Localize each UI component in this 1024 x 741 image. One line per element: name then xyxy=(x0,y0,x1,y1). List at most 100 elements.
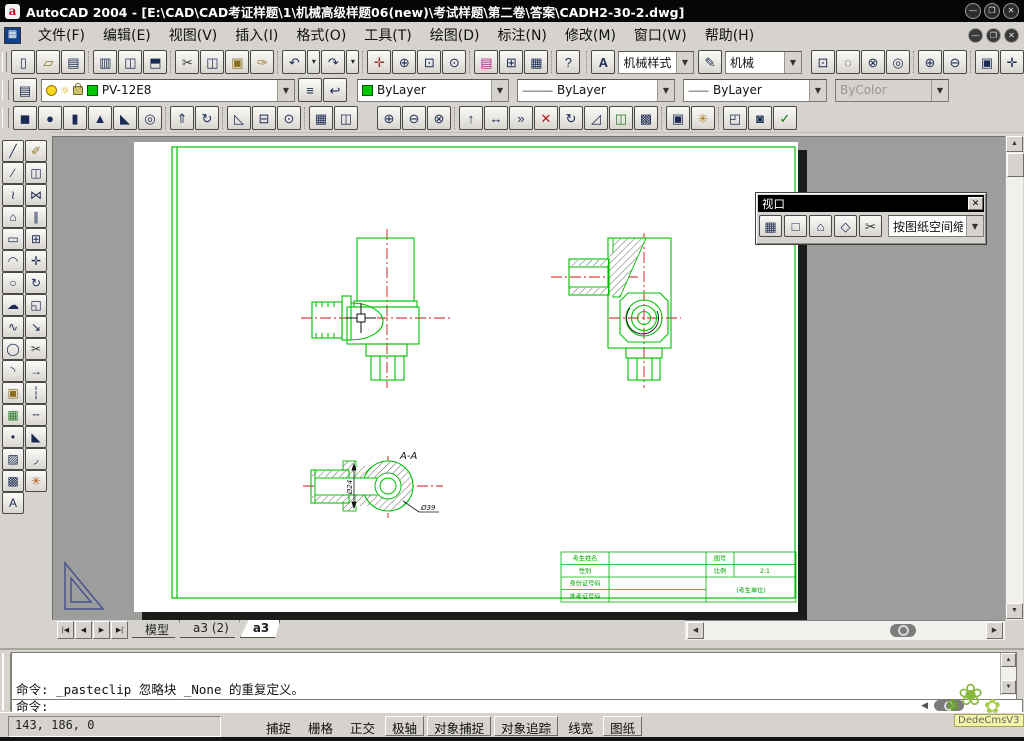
chevron-down-icon[interactable]: ▼ xyxy=(809,80,826,101)
section-button[interactable]: ⊟ xyxy=(252,106,276,130)
close-icon[interactable]: ✕ xyxy=(968,197,983,210)
undo-dropdown-button[interactable]: ▾ xyxy=(307,50,320,74)
redo-dropdown-button[interactable]: ▾ xyxy=(346,50,359,74)
window-restore-button[interactable]: ❐ xyxy=(984,3,1000,19)
tool-palettes-button[interactable]: ▦ xyxy=(524,50,548,74)
viewport-scale-combo[interactable]: 按图纸空间缩放 ▼ xyxy=(888,215,984,237)
scroll-down-icon[interactable]: ▼ xyxy=(1001,680,1016,694)
zoom-previous-button[interactable]: ⊙ xyxy=(442,50,466,74)
tab-nav-last-button[interactable]: ▶| xyxy=(111,621,128,639)
mirror-button[interactable]: ⋈ xyxy=(25,184,47,206)
menu-item-window[interactable]: 窗口(W) xyxy=(625,23,696,47)
prompt-scroll-thumb[interactable] xyxy=(934,700,964,711)
spline-button[interactable]: ∿ xyxy=(2,316,24,338)
wedge-button[interactable]: ◣ xyxy=(113,106,137,130)
layout-tab-model[interactable]: 模型 xyxy=(132,620,180,638)
dim-style-button[interactable]: ✎ xyxy=(698,50,722,74)
zoom-all-button[interactable]: ▣ xyxy=(975,50,999,74)
paste-button[interactable]: ▣ xyxy=(225,50,249,74)
linetype-combo[interactable]: ——— ByLayer ▼ xyxy=(517,79,675,102)
status-toggle-grid[interactable]: 栅格 xyxy=(301,716,340,736)
insert-block-button[interactable]: ▣ xyxy=(2,382,24,404)
chevron-down-icon[interactable]: ▼ xyxy=(657,80,674,101)
check-button[interactable]: ✓ xyxy=(773,106,797,130)
extrude-faces-button[interactable]: ↑ xyxy=(459,106,483,130)
pan-realtime-button[interactable]: ✛ xyxy=(367,50,391,74)
copy-faces-button[interactable]: ◫ xyxy=(609,106,633,130)
imprint-button[interactable]: ▣ xyxy=(666,106,690,130)
offset-faces-button[interactable]: » xyxy=(509,106,533,130)
delete-faces-button[interactable]: ✕ xyxy=(534,106,558,130)
menu-item-view[interactable]: 视图(V) xyxy=(160,23,227,47)
single-viewport-button[interactable]: □ xyxy=(784,215,807,237)
polyline-button[interactable]: ≀ xyxy=(2,184,24,206)
move-faces-button[interactable]: ↔ xyxy=(484,106,508,130)
layout-tab-a3[interactable]: a3 xyxy=(240,620,280,638)
status-toggle-otrack[interactable]: 对象追踪 xyxy=(494,716,558,736)
ellipse-button[interactable]: ◯ xyxy=(2,338,24,360)
zoom-window-flyout-button[interactable]: ⊡ xyxy=(417,50,441,74)
box-button[interactable]: ◼ xyxy=(13,106,37,130)
window-close-button[interactable]: ✕ xyxy=(1003,3,1019,19)
help-button[interactable]: ? xyxy=(556,50,580,74)
dim-style-combo[interactable]: 机械 ▼ xyxy=(725,51,802,74)
menu-item-insert[interactable]: 插入(I) xyxy=(226,23,287,47)
interfere-button[interactable]: ⊙ xyxy=(277,106,301,130)
status-toggle-lineweight[interactable]: 线宽 xyxy=(561,716,600,736)
taper-faces-button[interactable]: ◿ xyxy=(584,106,608,130)
rotate-button[interactable]: ↻ xyxy=(25,272,47,294)
scroll-left-icon[interactable]: ◀ xyxy=(687,622,704,639)
polygon-button[interactable]: ⌂ xyxy=(2,206,24,228)
match-properties-button[interactable]: ✑ xyxy=(250,50,274,74)
shell-button[interactable]: ◙ xyxy=(748,106,772,130)
status-toggle-osnap[interactable]: 对象捕捉 xyxy=(427,716,491,736)
scroll-down-icon[interactable]: ▼ xyxy=(1006,603,1023,619)
stretch-button[interactable]: ↘ xyxy=(25,316,47,338)
publish-button[interactable]: ⬒ xyxy=(143,50,167,74)
revolve-button[interactable]: ↻ xyxy=(195,106,219,130)
color-combo[interactable]: ByLayer ▼ xyxy=(357,79,509,102)
mtext-button[interactable]: A xyxy=(2,492,24,514)
separate-button[interactable]: ◰ xyxy=(723,106,747,130)
polygonal-viewport-button[interactable]: ⌂ xyxy=(809,215,832,237)
break-button[interactable]: ╌ xyxy=(25,404,47,426)
trim-button[interactable]: ✂ xyxy=(25,338,47,360)
menu-item-edit[interactable]: 编辑(E) xyxy=(94,23,160,47)
ellipse-arc-button[interactable]: ◝ xyxy=(2,360,24,382)
construction-line-button[interactable]: ∕ xyxy=(2,162,24,184)
array-button[interactable]: ⊞ xyxy=(25,228,47,250)
menu-item-draw[interactable]: 绘图(D) xyxy=(421,23,489,47)
menu-item-dimension[interactable]: 标注(N) xyxy=(489,23,556,47)
coordinate-readout[interactable]: 143, 186, 0 xyxy=(8,716,221,737)
layout-tab-a3-2[interactable]: a3 (2) xyxy=(180,620,240,638)
zoom-center-button[interactable]: ◎ xyxy=(886,50,910,74)
horizontal-scroll-thumb[interactable] xyxy=(890,624,916,637)
lineweight-combo[interactable]: —— ByLayer ▼ xyxy=(683,79,827,102)
layer-manager-button[interactable]: ▤ xyxy=(13,78,37,102)
new-button[interactable]: ▯ xyxy=(11,50,35,74)
zoom-out-button[interactable]: ⊖ xyxy=(943,50,967,74)
circle-button[interactable]: ○ xyxy=(2,272,24,294)
text-style-button[interactable]: A xyxy=(591,50,615,74)
menu-item-modify[interactable]: 修改(M) xyxy=(556,23,625,47)
arc-button[interactable]: ◠ xyxy=(2,250,24,272)
layer-previous-button[interactable]: ↩ xyxy=(323,78,347,102)
color-faces-button[interactable]: ▩ xyxy=(634,106,658,130)
tab-nav-next-button[interactable]: ▶ xyxy=(93,621,110,639)
setup-view-button[interactable]: ◫ xyxy=(334,106,358,130)
zoom-scale-button[interactable]: ⊗ xyxy=(861,50,885,74)
scroll-right-icon[interactable]: ▶ xyxy=(986,622,1003,639)
zoom-in-button[interactable]: ⊕ xyxy=(918,50,942,74)
save-button[interactable]: ▤ xyxy=(61,50,85,74)
fillet-button[interactable]: ◞ xyxy=(25,448,47,470)
chamfer-button[interactable]: ◣ xyxy=(25,426,47,448)
clean-button[interactable]: ✳ xyxy=(691,106,715,130)
setup-drawing-button[interactable]: ▦ xyxy=(309,106,333,130)
display-viewports-dialog-button[interactable]: ▦ xyxy=(759,215,782,237)
intersect-button[interactable]: ⊗ xyxy=(427,106,451,130)
plot-button[interactable]: ▥ xyxy=(93,50,117,74)
line-button[interactable]: ╱ xyxy=(2,140,24,162)
break-at-point-button[interactable]: ┆ xyxy=(25,382,47,404)
rectangle-button[interactable]: ▭ xyxy=(2,228,24,250)
scroll-left-icon[interactable]: ◀ xyxy=(921,701,928,711)
